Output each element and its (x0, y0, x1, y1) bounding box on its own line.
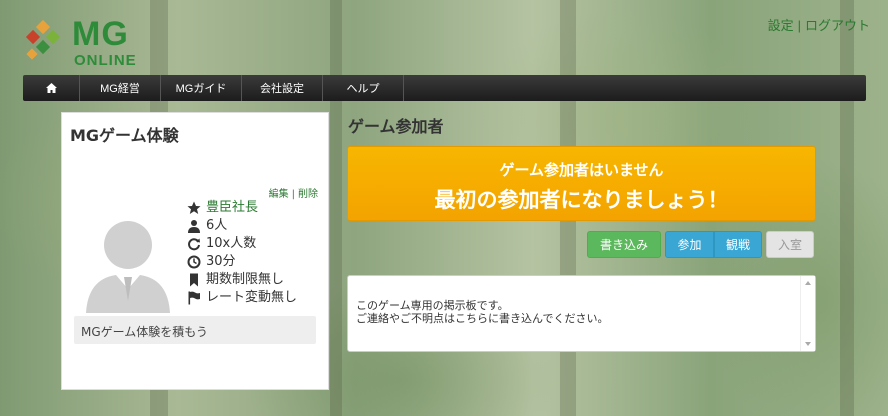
flag-icon (188, 291, 200, 305)
refresh-icon (188, 238, 200, 251)
scroll-down-icon[interactable] (805, 342, 811, 346)
game-title: MGゲーム体験 (70, 126, 179, 145)
nav-item-mg-guide[interactable]: MGガイド (161, 75, 242, 101)
nav-item-company-settings[interactable]: 会社設定 (242, 75, 323, 101)
logo[interactable]: MG ONLINE (22, 16, 152, 74)
post-button[interactable]: 書き込み (587, 231, 661, 258)
home-icon (45, 83, 57, 93)
term-limit-row: 期数制限無し (186, 271, 297, 289)
background-tree (840, 0, 854, 416)
rounds-row: 10x人数 (186, 235, 297, 253)
avatar (86, 221, 170, 313)
nav-item-help[interactable]: ヘルプ (323, 75, 404, 101)
board-scrollbar[interactable] (800, 276, 815, 351)
owner-link[interactable]: 豊臣社長 (206, 199, 258, 217)
board-line-2: ご連絡やご不明点はこちらに書き込んでください。 (356, 312, 609, 325)
rate-change-row: レート変動無し (186, 289, 297, 307)
delete-link[interactable]: 削除 (298, 189, 318, 200)
time-row: 30分 (186, 253, 297, 271)
players-row: 6人 (186, 217, 297, 235)
link-separator: | (797, 18, 801, 33)
logo-mg-text: MG (72, 15, 129, 53)
game-info-card: MGゲーム体験 編集|削除 豊臣社長 6人 10x人数 30分 期数制限無し (61, 112, 329, 390)
owner-row: 豊臣社長 (186, 199, 297, 217)
banner-message: ゲーム参加者はいません (499, 161, 664, 179)
settings-link[interactable]: 設定 (768, 18, 794, 33)
rate-change-value: レート変動無し (206, 290, 298, 305)
rounds-value: 10x人数 (206, 236, 257, 251)
game-details: 豊臣社長 6人 10x人数 30分 期数制限無し レート変動無し (186, 199, 297, 307)
game-description: MGゲーム体験を積もう (74, 316, 316, 344)
enter-room-button[interactable]: 入室 (766, 231, 814, 258)
edit-links: 編集 | 削除 (269, 185, 318, 200)
clock-icon (187, 255, 201, 269)
join-button[interactable]: 参加 (665, 231, 714, 258)
board-line-1: このゲーム専用の掲示板です。 (356, 299, 509, 312)
nav-home[interactable] (23, 75, 80, 101)
main-navbar: MG経営 MGガイド 会社設定 ヘルプ (23, 75, 866, 101)
players-value: 6人 (206, 218, 228, 233)
term-limit-value: 期数制限無し (206, 272, 285, 287)
message-board[interactable]: このゲーム専用の掲示板です。 ご連絡やご不明点はこちらに書き込んでください。 (347, 275, 816, 352)
banner-call-to-action: 最初の参加者になりましょう！ (434, 188, 729, 212)
participants-title: ゲーム参加者 (348, 117, 444, 136)
logout-link[interactable]: ログアウト (805, 18, 870, 33)
logo-mark-icon (25, 20, 61, 60)
background-tree (330, 0, 342, 416)
watch-button[interactable]: 観戦 (714, 231, 762, 258)
time-value: 30分 (206, 254, 236, 269)
no-participants-banner: ゲーム参加者はいません 最初の参加者になりましょう！ (347, 146, 816, 221)
bookmark-icon (190, 273, 198, 287)
scroll-up-icon[interactable] (805, 281, 811, 285)
nav-item-mg-management[interactable]: MG経営 (80, 75, 161, 101)
logo-online-text: ONLINE (74, 52, 137, 69)
top-links: 設定 | ログアウト (768, 15, 870, 34)
star-icon (187, 201, 201, 214)
user-icon (188, 220, 200, 233)
